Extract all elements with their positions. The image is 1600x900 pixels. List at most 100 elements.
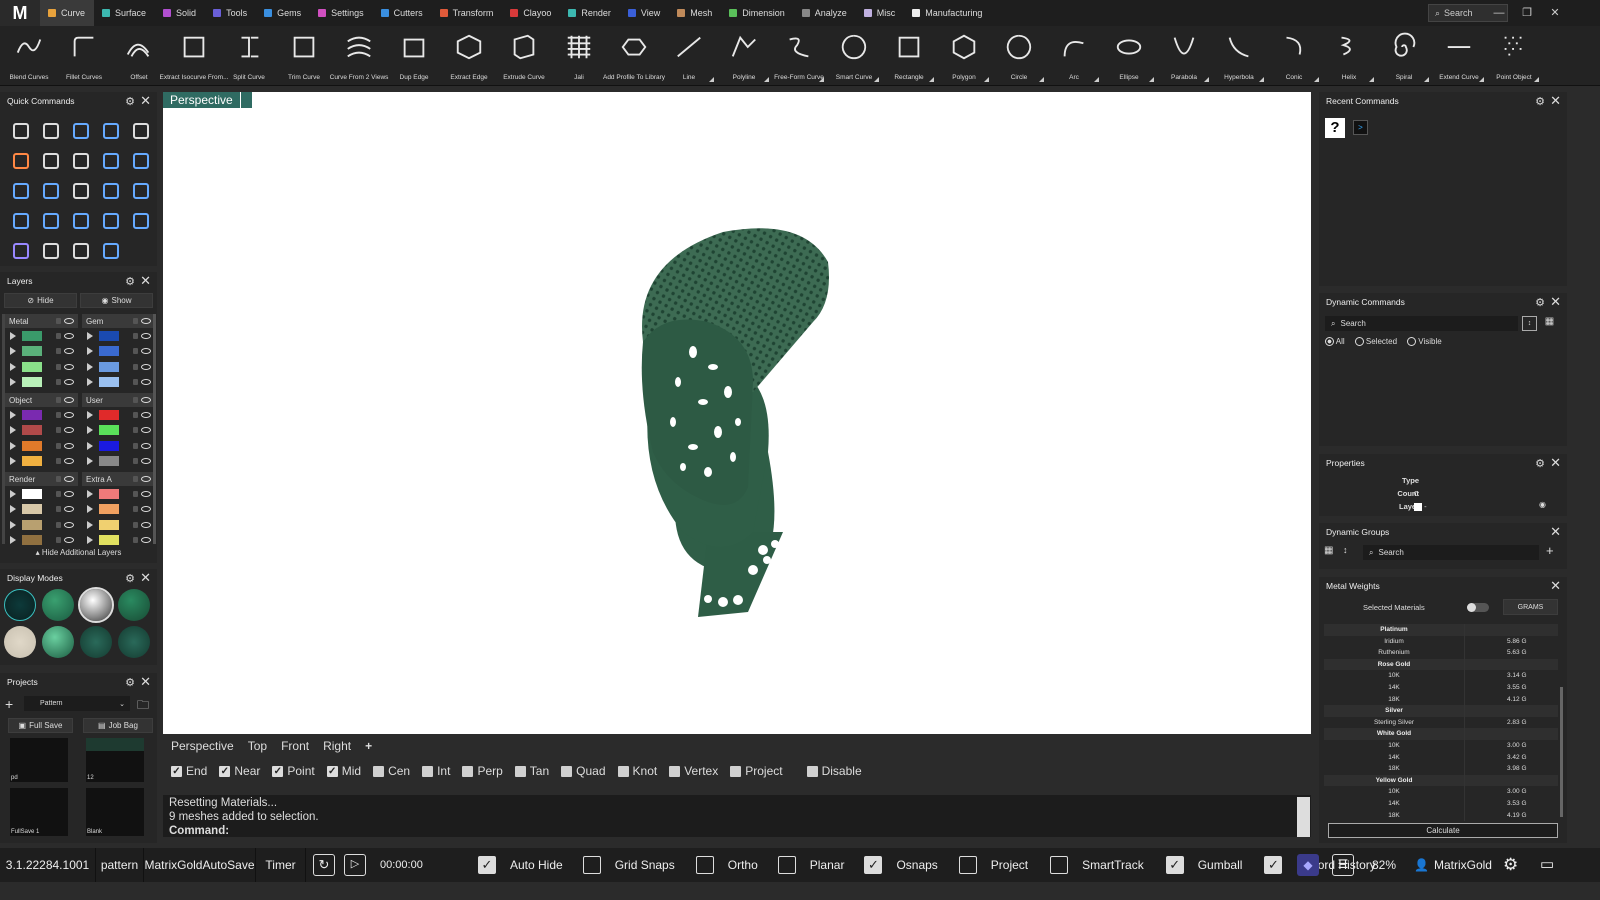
close-icon[interactable]: ✕	[1550, 294, 1561, 310]
lock-icon[interactable]	[133, 506, 138, 513]
expand-arrow-icon[interactable]	[10, 378, 16, 387]
bend-icon[interactable]	[36, 206, 66, 236]
lock-icon[interactable]	[56, 348, 61, 355]
lock-icon[interactable]	[56, 476, 61, 482]
layer-color-swatch[interactable]	[22, 504, 42, 515]
filter-visible-radio[interactable]: Visible	[1407, 337, 1442, 347]
lock-icon[interactable]	[133, 411, 138, 418]
snap-tan-checkbox[interactable]: Tan	[514, 764, 549, 778]
layer-color-swatch[interactable]	[99, 456, 119, 467]
eye-icon[interactable]	[64, 411, 74, 418]
layer-row[interactable]	[82, 438, 155, 454]
lock-icon[interactable]	[133, 318, 138, 324]
ellipse-button[interactable]: Ellipse	[1102, 30, 1156, 84]
extract-edge-button[interactable]: Extract Edge	[442, 30, 496, 84]
layer-row[interactable]	[5, 375, 78, 391]
extrude-curve-button[interactable]: Extrude Curve	[497, 30, 551, 84]
layer-color-swatch[interactable]	[99, 504, 119, 515]
filter-selected-radio[interactable]: Selected	[1354, 337, 1397, 347]
lock-icon[interactable]	[133, 363, 138, 370]
layer-color-swatch[interactable]	[22, 361, 42, 372]
polygon-button[interactable]: Polygon	[937, 30, 991, 84]
expand-arrow-icon[interactable]	[10, 441, 16, 450]
group-icon[interactable]	[66, 116, 96, 146]
hide-icon[interactable]	[96, 206, 126, 236]
gear-icon[interactable]: ⚙	[1535, 95, 1545, 108]
eye-icon[interactable]	[64, 458, 74, 465]
scale-icon[interactable]	[66, 146, 96, 176]
maximize-button[interactable]: ❐	[1519, 5, 1535, 21]
expand-arrow-icon[interactable]	[10, 331, 16, 340]
toggle-auto-hide[interactable]: ✓ Auto Hide	[478, 856, 563, 874]
expand-arrow-icon[interactable]	[87, 378, 93, 387]
close-icon[interactable]: ✕	[1550, 524, 1561, 540]
conic-button[interactable]: Conic	[1267, 30, 1321, 84]
lock-icon[interactable]	[56, 332, 61, 339]
toggle-gumball[interactable]: ✓ Gumball	[1165, 856, 1242, 874]
eye-icon[interactable]	[141, 442, 151, 449]
layer-color-swatch[interactable]	[22, 488, 42, 499]
helix-button[interactable]: Helix	[1322, 30, 1376, 84]
eye-icon[interactable]	[64, 490, 74, 497]
move-icon[interactable]	[36, 146, 66, 176]
hide-layers-button[interactable]: ⊘ Hide	[4, 293, 77, 308]
lock-icon[interactable]	[133, 332, 138, 339]
expand-arrow-icon[interactable]	[87, 441, 93, 450]
tab-right[interactable]: Right	[323, 739, 351, 753]
trim-icon[interactable]	[126, 116, 156, 146]
layer-color-swatch[interactable]	[99, 377, 119, 388]
spiral-button[interactable]: Spiral	[1377, 30, 1431, 84]
gear-icon[interactable]: ⚙	[1535, 296, 1545, 309]
ribbon-tab-settings[interactable]: Settings	[310, 0, 373, 26]
offset-button[interactable]: Offset	[112, 30, 166, 84]
layer-color-swatch[interactable]	[99, 409, 119, 420]
technical-mode-icon[interactable]	[118, 589, 150, 621]
expand-arrow-icon[interactable]	[87, 457, 93, 466]
selected-materials-toggle[interactable]	[1467, 603, 1489, 612]
expand-arrow-icon[interactable]	[10, 457, 16, 466]
toggle-record-history[interactable]: ✓ Record History	[1264, 856, 1376, 874]
snap-mid-checkbox[interactable]: ✓ Mid	[326, 764, 361, 778]
dup-edge-button[interactable]: Dup Edge	[387, 30, 441, 84]
ribbon-tab-solid[interactable]: Solid	[155, 0, 205, 26]
ghosted-mode-icon[interactable]	[42, 626, 74, 658]
ribbon-tab-manufacturing[interactable]: Manufacturing	[904, 0, 991, 26]
pick-icon[interactable]	[126, 206, 156, 236]
layer-row[interactable]	[5, 407, 78, 423]
ruler-icon[interactable]	[6, 236, 36, 266]
close-icon[interactable]: ✕	[140, 273, 151, 289]
free-form-curve-button[interactable]: Free-Form Curve	[772, 30, 826, 84]
close-window-button[interactable]: ✕	[1547, 5, 1563, 21]
layer-color-swatch[interactable]	[22, 519, 42, 530]
refresh-icon[interactable]: ↻	[313, 854, 335, 876]
expand-arrow-icon[interactable]	[87, 536, 93, 545]
layer-row[interactable]	[5, 486, 78, 502]
eye-icon[interactable]	[64, 363, 74, 370]
lock-icon[interactable]	[56, 490, 61, 497]
ribbon-tab-surface[interactable]: Surface	[94, 0, 155, 26]
lock-icon[interactable]	[56, 379, 61, 386]
layers-scrollbar[interactable]	[2, 314, 5, 544]
lock-icon[interactable]	[133, 348, 138, 355]
close-icon[interactable]: ✕	[1550, 455, 1561, 471]
lock-icon[interactable]	[133, 427, 138, 434]
user-account[interactable]: 👤 MatrixGold	[1414, 858, 1492, 872]
filter-all-radio[interactable]: All	[1325, 337, 1345, 347]
snap-near-checkbox[interactable]: ✓ Near	[219, 764, 260, 778]
ribbon-tab-cutters[interactable]: Cutters	[373, 0, 432, 26]
layer-row[interactable]	[82, 454, 155, 470]
circle-button[interactable]: Circle	[992, 30, 1046, 84]
add-profile-to-library-button[interactable]: Add Profile To Library	[603, 30, 665, 84]
eye-icon[interactable]: ◉	[1539, 500, 1546, 509]
map-icon[interactable]	[36, 236, 66, 266]
rectangle-button[interactable]: Rectangle	[882, 30, 936, 84]
layer-row[interactable]	[5, 423, 78, 439]
layer-color-swatch[interactable]	[99, 330, 119, 341]
toggle-project[interactable]: Project	[958, 856, 1028, 874]
eye-icon[interactable]	[141, 348, 151, 355]
layer-color-swatch[interactable]	[22, 409, 42, 420]
layer-color-swatch[interactable]	[99, 440, 119, 451]
eye-icon[interactable]	[141, 332, 151, 339]
lock-icon[interactable]	[56, 537, 61, 544]
calculator-icon[interactable]: ▦	[1324, 545, 1338, 560]
